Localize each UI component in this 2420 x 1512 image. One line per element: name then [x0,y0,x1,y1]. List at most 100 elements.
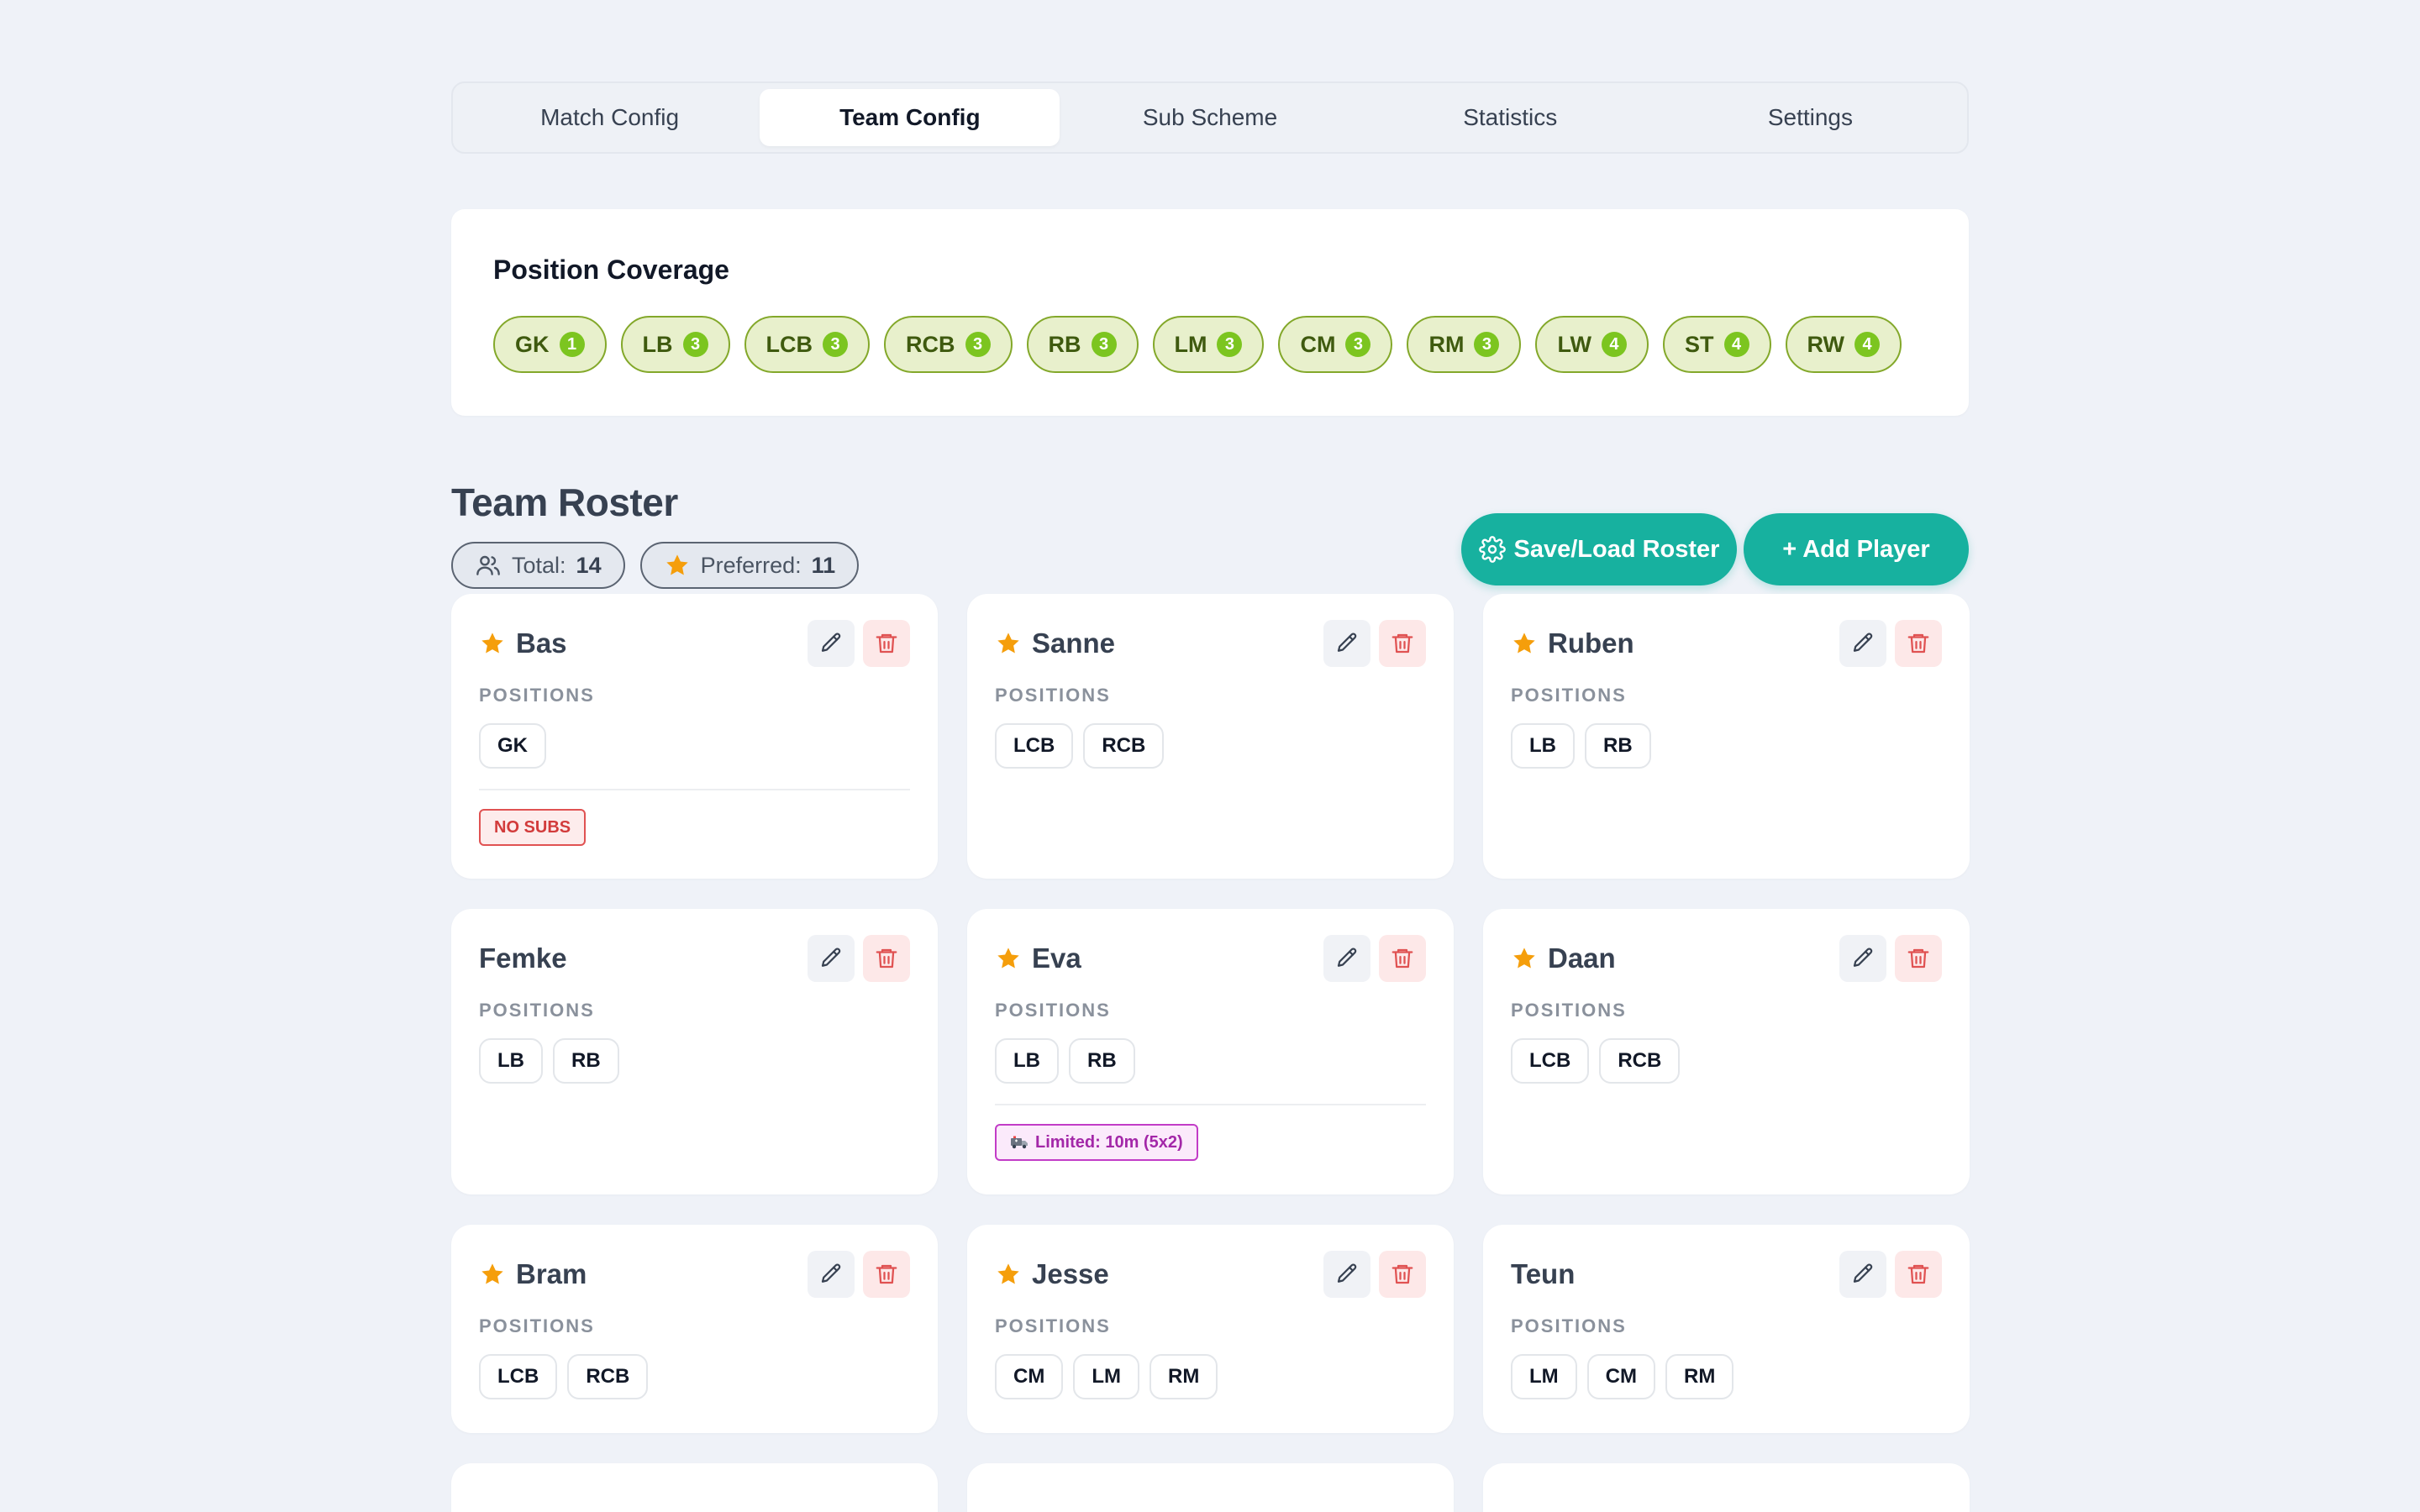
edit-player-button[interactable] [1839,1251,1886,1298]
add-player-button[interactable]: + Add Player [1744,513,1969,585]
edit-player-button[interactable] [808,935,855,982]
pencil-icon [1850,631,1876,656]
positions-list: LM CM RM [1511,1354,1942,1399]
player-card-teun: Teun POSITIONS LM CM RM [1483,1225,1970,1433]
edit-player-button[interactable] [1839,935,1886,982]
position-tag: RB [1585,723,1651,769]
tab-sub-scheme[interactable]: Sub Scheme [1060,89,1360,146]
coverage-chip-count: 3 [1091,332,1117,357]
player-card-actions [1323,1251,1426,1298]
player-card-sanne: Sanne POSITIONS LCB RCB [967,594,1454,879]
delete-player-button[interactable] [1379,1251,1426,1298]
player-card-partial [967,1463,1454,1512]
edit-player-button[interactable] [808,620,855,667]
pencil-icon [1334,1262,1360,1287]
coverage-chip-count: 3 [1217,332,1243,357]
positions-label: POSITIONS [479,685,595,706]
edit-player-button[interactable] [1323,935,1370,982]
preferred-value: 11 [811,552,836,578]
player-card-actions [1323,935,1426,982]
tab-settings[interactable]: Settings [1660,89,1960,146]
save-load-roster-label: Save/Load Roster [1513,535,1720,563]
delete-player-button[interactable] [1895,620,1942,667]
position-tag: RCB [1599,1038,1681,1084]
delete-player-button[interactable] [863,935,910,982]
player-card-partial [451,1463,938,1512]
player-card-actions [808,620,910,667]
player-name: Eva [1032,942,1081,974]
position-tag: LCB [479,1354,558,1399]
delete-player-button[interactable] [863,1251,910,1298]
coverage-chip-gk: GK 1 [493,316,607,373]
player-card-header: Femke [479,935,910,982]
position-coverage-card: Position Coverage GK 1 LB 3 LCB 3 RCB 3 RB 3 LM 3 CM… [451,209,1969,416]
total-value: 14 [576,552,602,578]
star-icon [995,945,1022,972]
coverage-chip-lcb: LCB 3 [744,316,870,373]
coverage-chip-label: RB [1048,331,1081,357]
roster-header: Team Roster Total: 14 Preferred: 11 Save… [451,480,1969,594]
position-tag: LCB [1511,1038,1590,1084]
edit-player-button[interactable] [1323,620,1370,667]
pencil-icon [1850,1262,1876,1287]
trash-icon [1906,631,1931,656]
coverage-chip-label: RW [1807,331,1845,357]
trash-icon [874,1262,899,1287]
player-card-actions [1839,1251,1942,1298]
player-card-jesse: Jesse POSITIONS CM LM RM [967,1225,1454,1433]
trash-icon [874,631,899,656]
position-tag: LM [1073,1354,1139,1399]
coverage-chip-lm: LM 3 [1152,316,1265,373]
player-card-header: Sanne [995,620,1426,667]
trash-icon [1390,1262,1415,1287]
edit-player-button[interactable] [808,1251,855,1298]
coverage-chip-count: 3 [1474,332,1500,357]
positions-list: GK [479,723,910,769]
app-container: Match Config Team Config Sub Scheme Statist… [451,81,1970,1512]
position-tag: CM [1586,1354,1655,1399]
positions-list: LCB RCB [995,723,1426,769]
preferred-badge: Preferred: 11 [639,542,860,589]
coverage-chip-label: LW [1557,331,1591,357]
position-tag: RM [1665,1354,1734,1399]
coverage-chip-lw: LW 4 [1535,316,1649,373]
coverage-chip-count: 4 [1854,332,1880,357]
total-badge: Total: 14 [451,542,625,589]
edit-player-button[interactable] [1323,1251,1370,1298]
tab-statistics[interactable]: Statistics [1360,89,1660,146]
pencil-icon [818,946,844,971]
save-load-roster-button[interactable]: Save/Load Roster [1461,513,1737,585]
edit-player-button[interactable] [1839,620,1886,667]
delete-player-button[interactable] [1895,1251,1942,1298]
player-card-header: Bas [479,620,910,667]
positions-label: POSITIONS [1511,1000,1627,1021]
delete-player-button[interactable] [1379,620,1426,667]
positions-label: POSITIONS [479,1315,595,1336]
tab-team-config[interactable]: Team Config [760,89,1060,146]
total-label: Total: [512,552,566,578]
delete-player-button[interactable] [863,620,910,667]
player-card-header: Teun [1511,1251,1942,1298]
pencil-icon [1334,631,1360,656]
positions-label: POSITIONS [995,685,1111,706]
coverage-chips: GK 1 LB 3 LCB 3 RCB 3 RB 3 LM 3 CM 3 RM 3 LW 4 ST 4 RW 4 [493,316,1927,373]
tab-match-config[interactable]: Match Config [460,89,760,146]
coverage-chip-count: 3 [965,332,991,357]
delete-player-button[interactable] [1895,935,1942,982]
delete-player-button[interactable] [1379,935,1426,982]
player-card-header: Eva [995,935,1426,982]
trash-icon [1390,631,1415,656]
positions-list: LB RB [479,1038,910,1084]
badge-text: Limited: 10m (5x2) [1035,1132,1183,1152]
player-card-actions [1839,620,1942,667]
player-name: Sanne [1032,627,1116,659]
trash-icon [1906,1262,1931,1287]
position-tag: LCB [995,723,1074,769]
pencil-icon [1850,946,1876,971]
player-card-actions [808,1251,910,1298]
player-name: Femke [479,942,567,974]
coverage-chip-count: 3 [682,332,708,357]
position-tag: RB [1069,1038,1135,1084]
trash-icon [1906,946,1931,971]
users-icon [476,555,500,575]
